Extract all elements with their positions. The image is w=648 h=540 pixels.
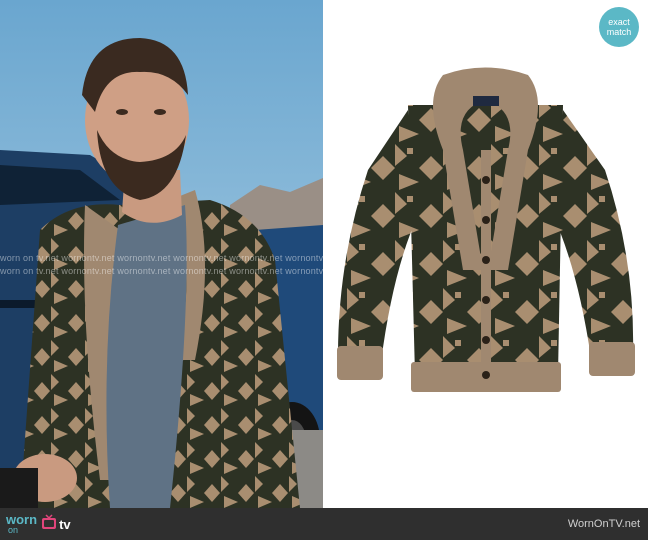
tv-icon [41,513,57,535]
wornontv-logo[interactable]: worn on tv [6,513,71,535]
logo-worn-text: worn [6,511,38,527]
badge-line-1: exact [608,17,630,27]
footer-bar: worn on tv WornOnTV.net [0,508,648,540]
cardigan-product-illustration [337,67,635,392]
watermark-text-2: worn on tv.net wornontv.net wornontv.net… [0,266,323,276]
watermark-text: worn on tv.net wornontv.net wornontv.net… [0,253,323,263]
show-photo: worn on tv.net wornontv.net wornontv.net… [0,0,323,508]
site-label[interactable]: WornOnTV.net [568,518,640,530]
exact-match-badge: exact match [599,7,639,47]
badge-line-2: match [606,27,632,37]
logo-tv-text: tv [59,516,71,532]
logo-on-text: on [8,524,19,535]
product-image[interactable] [323,0,648,508]
